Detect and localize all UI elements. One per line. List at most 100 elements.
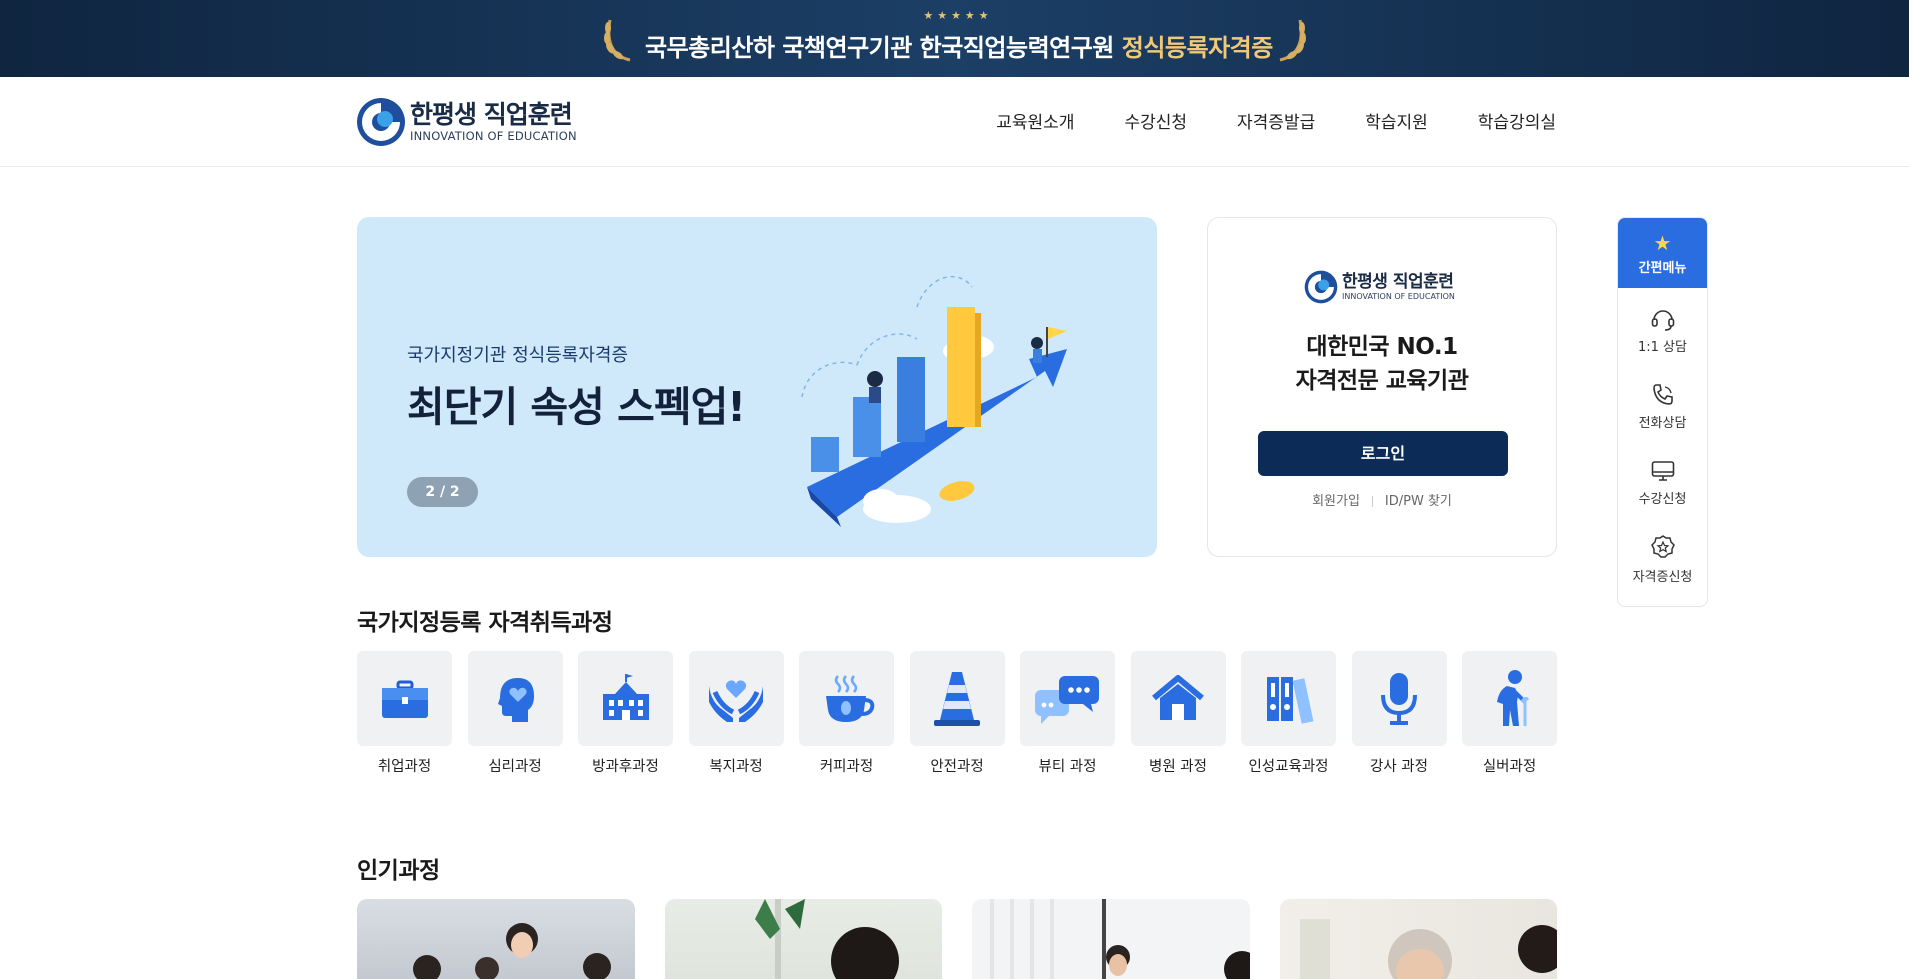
- phone-icon: [1652, 384, 1673, 405]
- course-tile: [467, 651, 563, 746]
- course-thumbnail: [413, 923, 611, 979]
- popular-course-card[interactable]: [972, 899, 1250, 979]
- microphone-icon: [1381, 672, 1417, 725]
- logo-title: 한평생 직업훈련: [410, 100, 573, 129]
- top-banner: ★★★★★ 국무총리산하 국책연구기관 한국직업능력연구원 정식등록자격증: [0, 0, 1909, 77]
- quick-item-label: 자격증신청: [1632, 570, 1693, 585]
- login-logo-title: 한평생 직업훈련: [1342, 271, 1454, 292]
- laurel-icon: [604, 19, 631, 62]
- banner-message-highlight: 정식등록자격증: [1121, 34, 1274, 62]
- course-tile: [1241, 651, 1336, 746]
- course-label: 복지과정: [709, 759, 763, 775]
- elderly-icon: [1496, 669, 1529, 726]
- quick-menu-header: ★ 간편메뉴: [1618, 218, 1707, 288]
- rating-stars: ★★★★★: [923, 9, 993, 22]
- login-slogan: 대한민국 NO.1 자격전문 교육기관: [1208, 330, 1556, 398]
- popular-course-card[interactable]: [1279, 899, 1557, 979]
- course-tile: [688, 651, 784, 746]
- course-item-coffee[interactable]: 커피과정: [799, 651, 894, 776]
- popular-course-list: [357, 899, 1557, 979]
- headset-icon: [1651, 310, 1674, 331]
- course-item-employment[interactable]: 취업과정: [357, 651, 452, 776]
- course-label: 안전과정: [930, 759, 984, 775]
- course-item-beauty[interactable]: 뷰티 과정: [1020, 651, 1115, 776]
- course-label: 인성교육과정: [1248, 759, 1329, 775]
- nav-item-certificate[interactable]: 자격증발급: [1237, 108, 1315, 133]
- course-label: 뷰티 과정: [1038, 759, 1097, 775]
- course-item-safety[interactable]: 안전과정: [909, 651, 1005, 776]
- course-item-welfare[interactable]: 복지과정: [688, 651, 784, 776]
- course-label: 커피과정: [819, 759, 874, 775]
- binders-icon: [1266, 676, 1313, 724]
- signup-link[interactable]: 회원가입: [1312, 494, 1360, 509]
- site-logo[interactable]: 한평생 직업훈련 INNOVATION OF EDUCATION: [356, 96, 577, 148]
- hero-banner[interactable]: 국가지정기관 정식등록자격증 최단기 속성 스펙업! 2 / 2: [357, 217, 1157, 557]
- slogan-line-2: 자격전문 교육기관: [1295, 368, 1469, 394]
- find-account-link[interactable]: ID/PW 찾기: [1385, 494, 1452, 509]
- quick-menu-title: 간편메뉴: [1638, 261, 1687, 276]
- course-label: 방과후과정: [592, 759, 659, 775]
- course-tile: [1351, 651, 1447, 746]
- login-logo: 한평생 직업훈련 INNOVATION OF EDUCATION: [1304, 270, 1455, 304]
- course-tile: [909, 651, 1005, 746]
- popular-section-title: 인기과정: [357, 858, 440, 884]
- nav-item-enroll[interactable]: 수강신청: [1124, 108, 1187, 133]
- nav-item-support[interactable]: 학습지원: [1365, 108, 1428, 133]
- courses-section-title: 국가지정등록 자격취득과정: [357, 610, 613, 636]
- course-item-instructor[interactable]: 강사 과정: [1351, 651, 1447, 776]
- login-panel: 한평생 직업훈련 INNOVATION OF EDUCATION 대한민국 NO…: [1207, 217, 1557, 557]
- popular-course-card[interactable]: [664, 899, 942, 979]
- popular-course-card[interactable]: [357, 899, 635, 979]
- head-heart-icon: [498, 677, 534, 722]
- course-label: 강사 과정: [1370, 759, 1428, 775]
- nav-item-classroom[interactable]: 학습강의실: [1478, 108, 1556, 133]
- badge-icon: [1650, 535, 1675, 558]
- login-button[interactable]: 로그인: [1258, 431, 1508, 476]
- course-thumbnail: [1299, 919, 1557, 979]
- briefcase-icon: [381, 680, 428, 718]
- hero-pager[interactable]: 2 / 2: [407, 477, 478, 507]
- course-tile: [1130, 651, 1226, 746]
- nav-item-about[interactable]: 교육원소개: [996, 108, 1074, 133]
- course-thumbnail: [754, 899, 899, 979]
- course-category-list: 취업과정 심리과정 방과후과정 복지과정 커피과정 안전과정 뷰티 과정 병원 …: [357, 651, 1557, 776]
- course-item-psychology[interactable]: 심리과정: [467, 651, 563, 776]
- quick-item-enroll[interactable]: 수강신청: [1618, 440, 1707, 516]
- quick-item-phone[interactable]: 전화상담: [1618, 364, 1707, 440]
- logo-mark-icon: [357, 98, 405, 146]
- account-links: 회원가입 ID/PW 찾기: [1208, 490, 1556, 509]
- course-label: 실버과정: [1482, 759, 1537, 775]
- course-label: 병원 과정: [1149, 759, 1207, 775]
- traffic-cone-icon: [934, 671, 980, 726]
- hero-title: 최단기 속성 스펙업!: [407, 383, 746, 431]
- hero-subtitle: 국가지정기관 정식등록자격증: [407, 345, 629, 366]
- quick-menu: ★ 간편메뉴 1:1 상담 전화상담 수강신청 자격증신청: [1617, 217, 1708, 607]
- course-item-character[interactable]: 인성교육과정: [1241, 651, 1336, 776]
- course-item-silver[interactable]: 실버과정: [1462, 651, 1557, 776]
- quick-item-certificate[interactable]: 자격증신청: [1618, 516, 1707, 592]
- course-label: 취업과정: [377, 759, 432, 775]
- course-thumbnail: [972, 899, 1250, 979]
- house-icon: [1152, 674, 1204, 720]
- school-icon: [602, 673, 649, 720]
- growth-chart-illustration: [801, 276, 1067, 527]
- course-item-hospital[interactable]: 병원 과정: [1130, 651, 1226, 776]
- site-header: 한평생 직업훈련 INNOVATION OF EDUCATION 교육원소개 수…: [0, 77, 1909, 167]
- course-item-afterschool[interactable]: 방과후과정: [578, 651, 673, 776]
- quick-item-consult[interactable]: 1:1 상담: [1618, 288, 1707, 364]
- course-label: 심리과정: [488, 759, 542, 775]
- monitor-icon: [1651, 461, 1674, 481]
- course-tile: [1020, 651, 1115, 746]
- quick-item-label: 수강신청: [1638, 492, 1687, 507]
- main-nav: 교육원소개 수강신청 자격증발급 학습지원 학습강의실: [996, 108, 1556, 133]
- logo-subtitle: INNOVATION OF EDUCATION: [410, 129, 577, 143]
- chat-bubbles-icon: [1034, 675, 1099, 724]
- course-tile: [1462, 651, 1557, 746]
- course-tile: [578, 651, 673, 746]
- course-tile: [799, 651, 894, 746]
- quick-item-label: 1:1 상담: [1638, 340, 1687, 355]
- quick-item-label: 전화상담: [1638, 416, 1687, 431]
- banner-message: 국무총리산하 국책연구기관 한국직업능력연구원 정식등록자격증: [645, 28, 1275, 63]
- banner-message-main: 국무총리산하 국책연구기관 한국직업능력연구원: [645, 34, 1122, 62]
- coffee-icon: [825, 674, 874, 722]
